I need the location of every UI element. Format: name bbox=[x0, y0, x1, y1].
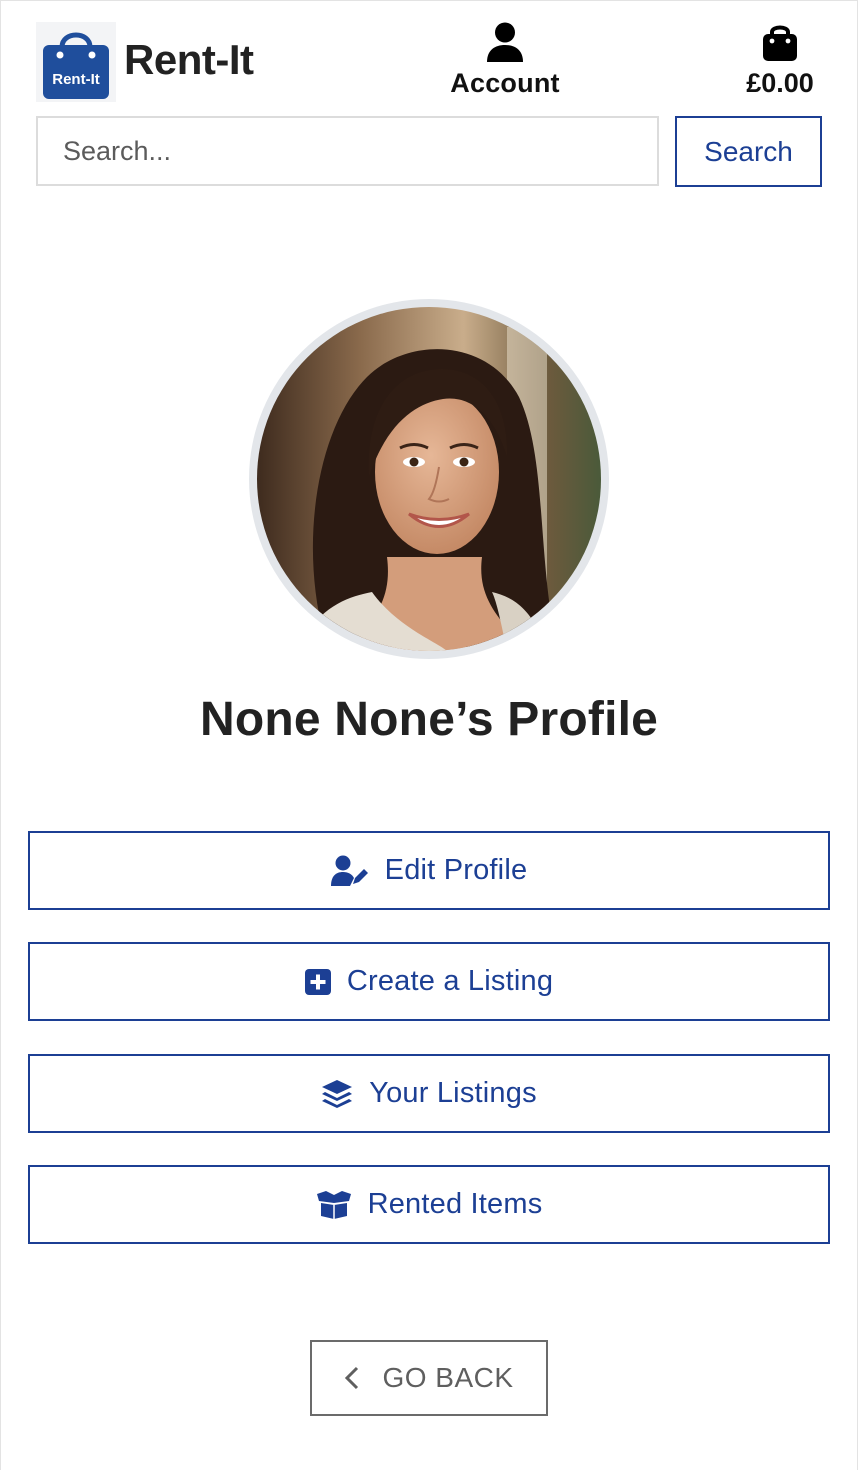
rented-items-button[interactable]: Rented Items bbox=[28, 1165, 830, 1244]
your-listings-label: Your Listings bbox=[369, 1077, 537, 1109]
square-plus-icon bbox=[304, 968, 331, 995]
rented-items-label: Rented Items bbox=[367, 1188, 543, 1220]
avatar bbox=[257, 307, 601, 651]
avatar-image bbox=[257, 307, 601, 651]
cart-total: £0.00 bbox=[746, 68, 814, 98]
create-listing-button[interactable]: Create a Listing bbox=[28, 942, 830, 1021]
site-header: Rent-It Rent-It Account £0.00 bbox=[36, 22, 822, 102]
svg-text:Rent-It: Rent-It bbox=[52, 71, 100, 88]
shopping-bag-icon bbox=[763, 25, 797, 61]
box-open-icon bbox=[316, 1190, 351, 1219]
search-input[interactable] bbox=[36, 116, 659, 186]
shopping-bag-logo-icon: Rent-It bbox=[43, 32, 109, 99]
user-icon bbox=[487, 22, 523, 62]
account-link[interactable]: Account bbox=[446, 22, 564, 102]
edit-profile-button[interactable]: Edit Profile bbox=[28, 831, 830, 910]
create-listing-label: Create a Listing bbox=[346, 965, 554, 997]
brand-name: Rent-It bbox=[124, 36, 254, 83]
your-listings-button[interactable]: Your Listings bbox=[28, 1054, 830, 1133]
layer-group-icon bbox=[322, 1079, 353, 1108]
cart-link[interactable]: £0.00 bbox=[738, 22, 822, 102]
edit-profile-label: Edit Profile bbox=[384, 854, 528, 886]
chevron-left-icon bbox=[345, 1366, 359, 1390]
home-logo-link[interactable]: Rent-It Rent-It bbox=[36, 22, 254, 102]
user-pen-icon bbox=[330, 855, 368, 886]
page-title: None None’s Profile bbox=[199, 693, 659, 746]
search-button[interactable]: Search bbox=[675, 116, 822, 187]
go-back-button[interactable]: GO BACK bbox=[310, 1340, 548, 1416]
account-label: Account bbox=[450, 68, 560, 98]
go-back-label: GO BACK bbox=[382, 1362, 514, 1393]
logo: Rent-It bbox=[36, 22, 116, 102]
